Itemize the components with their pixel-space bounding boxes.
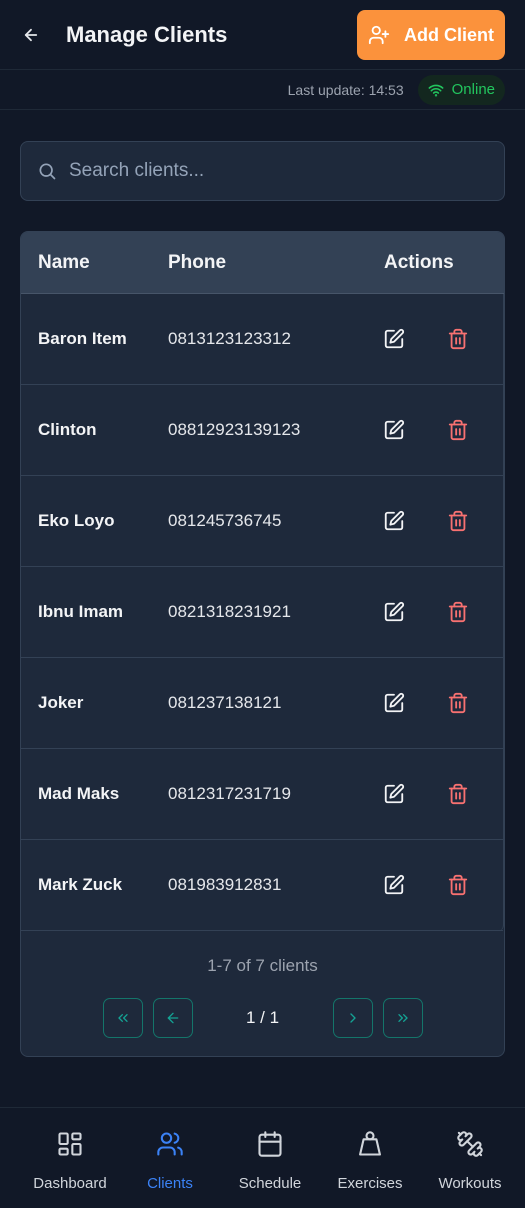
edit-icon <box>384 510 405 531</box>
edit-button[interactable] <box>383 510 405 532</box>
trash-icon <box>448 601 468 623</box>
delete-button[interactable] <box>447 601 469 623</box>
delete-button[interactable] <box>447 510 469 532</box>
nav-label-exercises: Exercises <box>337 1175 403 1192</box>
trash-icon <box>448 328 468 350</box>
edit-button[interactable] <box>383 692 405 714</box>
last-page-button[interactable] <box>383 998 423 1038</box>
client-phone: 081237138121 <box>168 693 282 712</box>
next-page-button[interactable] <box>333 998 373 1038</box>
status-bar: Last update: 14:53 Online <box>0 70 525 110</box>
back-button[interactable] <box>20 24 42 46</box>
delete-button[interactable] <box>447 874 469 896</box>
edit-button[interactable] <box>383 419 405 441</box>
online-label: Online <box>451 81 495 98</box>
client-name: Clinton <box>38 420 97 439</box>
table-header: Name Phone Actions <box>21 232 504 294</box>
calendar-icon <box>258 1131 282 1157</box>
delete-button[interactable] <box>447 328 469 350</box>
search-box[interactable] <box>20 141 505 201</box>
table-row: Mark Zuck 081983912831 <box>21 840 503 931</box>
client-name: Mad Maks <box>38 784 120 803</box>
table-row: Joker 081237138121 <box>21 658 503 749</box>
wifi-icon <box>428 84 444 97</box>
table-row: Baron Item 0813123123312 <box>21 294 503 385</box>
trash-icon <box>448 510 468 532</box>
nav-label-schedule: Schedule <box>238 1175 302 1192</box>
table-row: Ibnu Imam 0821318231921 <box>21 567 503 658</box>
edit-icon <box>384 692 405 713</box>
add-client-label: Add Client <box>404 24 494 45</box>
trash-icon <box>448 783 468 805</box>
client-phone: 0812317231719 <box>168 784 291 803</box>
column-header-actions: Actions <box>384 251 454 273</box>
edit-icon <box>384 328 405 349</box>
nav-label-dashboard: Dashboard <box>33 1175 107 1192</box>
client-phone: 0813123123312 <box>168 329 291 348</box>
bottom-nav: Dashboard Clients Schedule Exercises Wor… <box>0 1107 525 1208</box>
add-client-button[interactable]: Add Client <box>357 10 505 60</box>
trash-icon <box>448 874 468 896</box>
table-row: Clinton 08812923139123 <box>21 385 503 476</box>
nav-item-clients[interactable]: Clients <box>120 1130 220 1192</box>
user-plus-icon <box>368 25 390 45</box>
nav-item-schedule[interactable]: Schedule <box>220 1130 320 1192</box>
chevrons-right-icon <box>398 1014 408 1022</box>
client-phone: 0821318231921 <box>168 602 291 621</box>
edit-button[interactable] <box>383 601 405 623</box>
weight-icon <box>359 1131 381 1156</box>
client-name: Ibnu Imam <box>38 602 124 621</box>
users-icon <box>157 1132 183 1156</box>
delete-button[interactable] <box>447 692 469 714</box>
client-phone: 081983912831 <box>168 875 282 894</box>
client-name: Baron Item <box>38 329 127 348</box>
client-phone: 08812923139123 <box>168 420 301 439</box>
table-row: Eko Loyo 081245736745 <box>21 476 503 567</box>
edit-icon <box>384 601 405 622</box>
delete-button[interactable] <box>447 419 469 441</box>
edit-button[interactable] <box>383 328 405 350</box>
dumbbell-icon <box>457 1131 483 1157</box>
edit-button[interactable] <box>383 874 405 896</box>
search-input[interactable] <box>69 160 469 182</box>
online-badge: Online <box>417 74 505 105</box>
column-header-name: Name <box>38 251 90 273</box>
trash-icon <box>448 692 468 714</box>
edit-button[interactable] <box>383 783 405 805</box>
client-phone: 081245736745 <box>168 511 282 530</box>
page-indicator: 1 / 1 <box>245 1008 280 1027</box>
nav-item-workouts[interactable]: Workouts <box>420 1130 520 1192</box>
search-icon <box>39 163 56 180</box>
nav-item-dashboard[interactable]: Dashboard <box>20 1130 120 1192</box>
edit-icon <box>384 874 405 895</box>
nav-label-clients: Clients <box>147 1175 193 1192</box>
last-update-text: Last update: 14:53 <box>287 81 404 98</box>
app-header: Manage Clients Add Client <box>0 0 525 70</box>
table-body: Baron Item 0813123123312 Clinton 0881292313… <box>21 294 504 931</box>
client-name: Mark Zuck <box>38 875 123 894</box>
client-name: Joker <box>38 693 84 712</box>
delete-button[interactable] <box>447 783 469 805</box>
client-name: Eko Loyo <box>38 511 115 530</box>
trash-icon <box>448 419 468 441</box>
clients-table: Name Phone Actions Baron Item 08131231233… <box>20 231 505 1057</box>
column-header-phone: Phone <box>168 251 227 273</box>
nav-label-workouts: Workouts <box>438 1175 502 1192</box>
page-title: Manage Clients <box>66 21 228 47</box>
pagination: 1-7 of 7 clients 1 / 1 <box>21 932 504 1056</box>
chevron-right-icon <box>350 1013 356 1023</box>
table-row: Mad Maks 0812317231719 <box>21 749 503 840</box>
nav-item-exercises[interactable]: Exercises <box>320 1130 420 1192</box>
pagination-summary: 1-7 of 7 clients <box>207 956 318 975</box>
edit-icon <box>384 419 405 440</box>
edit-icon <box>384 783 405 804</box>
arrow-left-icon <box>24 28 38 41</box>
dashboard-icon <box>58 1132 82 1156</box>
